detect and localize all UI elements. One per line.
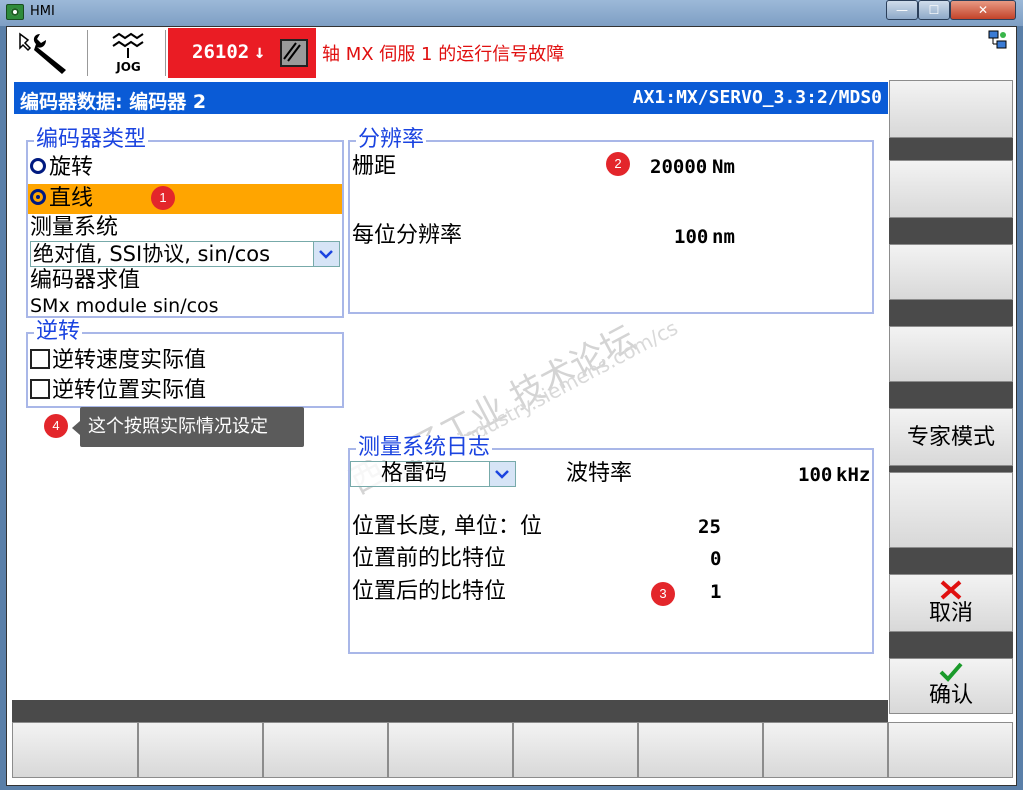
baud-rate-value[interactable]: 100 [798,464,832,486]
encoder-eval-value: SMx module sin/cos [30,295,219,317]
bottom-softkey-6[interactable] [638,722,763,778]
code-type-value: 格雷码 [381,461,448,486]
meas-system-label: 测量系统 [30,215,119,240]
confirm-button[interactable]: 确认 [889,658,1013,714]
reverse-position-label: 逆转位置实际值 [52,378,207,403]
softkey-6[interactable] [889,472,1013,548]
rotary-label: 旋转 [49,155,94,180]
alarm-code: 26102 [192,41,250,63]
bits-after-label: 位置后的比特位 [352,579,507,604]
reversal-title: 逆转 [34,319,83,344]
bottom-softkey-8[interactable] [888,722,1013,778]
bottom-softkey-5[interactable] [513,722,638,778]
jog-label: JOG [116,60,141,74]
chevron-down-icon[interactable] [313,242,339,266]
per-bit-resolution-label: 每位分辨率 [352,223,463,248]
annotation-badge: 4 [44,414,68,438]
annotation-badge: 1 [151,186,175,210]
reverse-position-checkbox[interactable]: 逆转位置实际值 [30,377,206,405]
alarm-ack-icon[interactable] [280,39,308,67]
bits-before-value[interactable]: 0 [710,548,721,570]
maximize-button[interactable]: ☐ [918,0,950,20]
softkey-divider [889,138,1013,160]
softkey-divider [889,548,1013,574]
alarm-message: 轴 MX 伺服 1 的运行信号故障 [322,44,565,65]
grating-pitch-unit: Nm [712,156,735,178]
checkbox-icon[interactable] [30,349,50,369]
per-bit-resolution-unit: nm [712,226,735,248]
encoder-type-title: 编码器类型 [34,127,149,152]
window-titlebar: HMI — ☐ ✕ [0,0,1023,26]
wrench-icon[interactable] [14,30,88,76]
position-length-label: 位置长度, 单位：位 [352,514,542,539]
softkey-4[interactable] [889,326,1013,382]
checkbox-icon[interactable] [30,379,50,399]
screen-title: 编码器数据: 编码器 2 [20,91,207,113]
bits-before-label: 位置前的比特位 [352,546,507,571]
reverse-speed-checkbox[interactable]: 逆转速度实际值 [30,347,206,375]
hmi-app-icon [6,4,24,20]
code-type-dropdown[interactable]: 格雷码 [350,461,516,487]
annotation-tooltip: 这个按照实际情况设定 [72,407,304,447]
reverse-speed-label: 逆转速度实际值 [52,348,207,373]
meas-system-value: 绝对值, SSI协议, sin/cos [33,242,271,266]
baud-rate-label: 波特率 [566,461,633,486]
grating-pitch-label: 栅距 [352,154,397,179]
position-length-value[interactable]: 25 [698,516,721,538]
annotation-badge: 2 [606,152,630,176]
confirm-check-icon [939,662,963,682]
bits-after-value[interactable]: 1 [710,581,721,603]
softkey-1[interactable] [889,80,1013,138]
alarm-indicator[interactable]: 26102 ↓ [168,28,316,78]
softkey-3[interactable] [889,244,1013,300]
grating-pitch-value[interactable]: 20000 [650,156,707,178]
jog-mode-indicator: JOG [92,30,166,76]
softkey-divider [889,632,1013,658]
radio-on-icon [30,189,46,205]
bottom-softkey-1[interactable] [12,722,138,778]
alarm-arrow-icon: ↓ [254,41,266,63]
bottom-softkey-3[interactable] [263,722,388,778]
protocol-title: 测量系统日志 [356,435,493,460]
chevron-down-icon[interactable] [489,462,515,486]
cancel-label: 取消 [928,601,973,626]
per-bit-resolution-value[interactable]: 100 [674,226,708,248]
bottom-softkey-7[interactable] [763,722,888,778]
window-title: HMI [30,4,55,19]
axis-path: AX1:MX/SERVO_3.3:2/MDS0 [632,87,882,108]
radio-off-icon [30,158,46,174]
radio-rotary[interactable]: 旋转 [30,154,93,182]
network-status-icon [988,30,1008,50]
bottom-divider [12,700,888,722]
cancel-x-icon [940,580,962,600]
radio-linear[interactable]: 直线 [30,185,93,213]
resolution-title: 分辨率 [356,127,427,152]
linear-label: 直线 [49,186,94,211]
annotation-badge: 3 [651,582,675,606]
bottom-softkey-2[interactable] [138,722,263,778]
softkey-2[interactable] [889,160,1013,218]
jog-wave-icon [111,32,144,58]
minimize-button[interactable]: — [886,0,918,20]
encoder-eval-label: 编码器求值 [30,268,141,293]
softkey-divider [889,300,1013,326]
meas-system-dropdown[interactable]: 绝对值, SSI协议, sin/cos [30,241,340,267]
bottom-softkey-4[interactable] [388,722,513,778]
confirm-label: 确认 [928,683,973,708]
baud-rate-unit: kHz [836,464,871,486]
close-button[interactable]: ✕ [950,0,1016,20]
expert-mode-button[interactable]: 专家模式 [889,408,1013,466]
softkey-divider [889,218,1013,244]
screen-titlebar: 编码器数据: 编码器 2 AX1:MX/SERVO_3.3:2/MDS0 [14,82,888,114]
cancel-button[interactable]: 取消 [889,574,1013,632]
softkey-divider [889,382,1013,408]
